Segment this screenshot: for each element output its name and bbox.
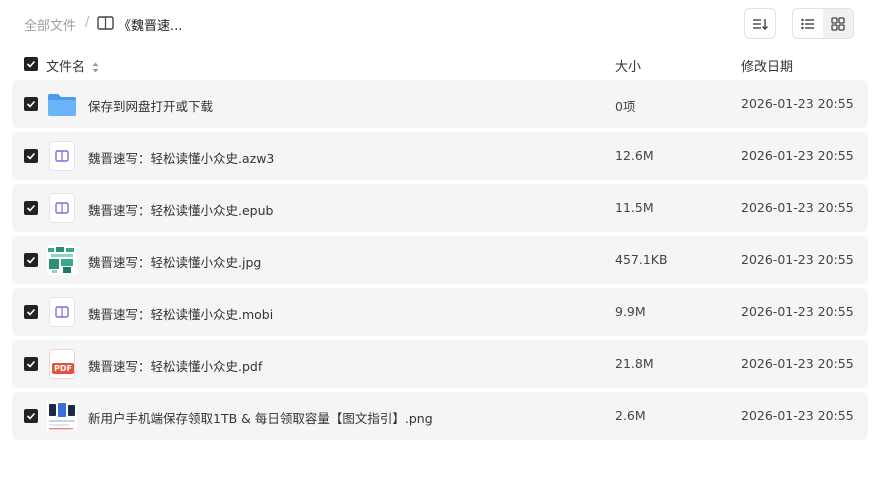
file-list-header: 文件名 大小 修改日期 <box>0 52 878 76</box>
row-checkbox[interactable] <box>24 149 38 163</box>
select-all-checkbox[interactable] <box>24 57 38 71</box>
file-name[interactable]: 魏晋速写：轻松读懂小众史.epub <box>88 200 273 219</box>
column-header-name[interactable]: 文件名 <box>46 56 99 75</box>
ebook-icon <box>47 141 77 171</box>
file-date: 2026-01-23 20:55 <box>741 252 854 267</box>
pdf-icon: PDF <box>47 349 77 379</box>
view-mode-toggle <box>792 8 854 39</box>
check-icon <box>26 60 36 68</box>
file-list: 保存到网盘打开或下载 0项 2026-01-23 20:55 魏晋速写：轻松读懂… <box>12 80 868 444</box>
file-row[interactable]: 魏晋速写：轻松读懂小众史.mobi 9.9M 2026-01-23 20:55 <box>12 288 868 336</box>
check-icon <box>26 360 36 368</box>
file-row[interactable]: 魏晋速写：轻松读懂小众史.epub 11.5M 2026-01-23 20:55 <box>12 184 868 232</box>
check-icon <box>26 204 36 212</box>
grid-view-icon <box>831 16 845 31</box>
list-view-icon <box>801 18 814 29</box>
grid-view-button[interactable] <box>823 9 853 38</box>
file-date: 2026-01-23 20:55 <box>741 96 854 111</box>
file-name[interactable]: 魏晋速写：轻松读懂小众史.jpg <box>88 252 261 271</box>
file-size: 12.6M <box>615 148 654 163</box>
file-size: 0项 <box>615 99 636 114</box>
row-checkbox[interactable] <box>24 357 38 371</box>
file-name[interactable]: 保存到网盘打开或下载 <box>88 96 213 115</box>
row-checkbox[interactable] <box>24 201 38 215</box>
sort-icon <box>753 18 768 30</box>
check-icon <box>26 308 36 316</box>
check-icon <box>26 256 36 264</box>
row-checkbox[interactable] <box>24 253 38 267</box>
file-row[interactable]: 魏晋速写：轻松读懂小众史.azw3 12.6M 2026-01-23 20:55 <box>12 132 868 180</box>
row-checkbox[interactable] <box>24 305 38 319</box>
file-size: 457.1KB <box>615 252 668 267</box>
ebook-icon <box>47 297 77 327</box>
file-name[interactable]: 魏晋速写：轻松读懂小众史.mobi <box>88 304 273 323</box>
file-date: 2026-01-23 20:55 <box>741 356 854 371</box>
file-size: 2.6M <box>615 408 646 423</box>
check-icon <box>26 152 36 160</box>
file-size: 9.9M <box>615 304 646 319</box>
pdf-label: PDF <box>52 363 74 374</box>
breadcrumb-current: 《魏晋速... <box>118 19 183 34</box>
file-name[interactable]: 新用户手机端保存领取1TB & 每日领取容量【图文指引】.png <box>88 408 433 427</box>
column-header-name-label: 文件名 <box>46 60 86 75</box>
file-row[interactable]: 魏晋速写：轻松读懂小众史.jpg 457.1KB 2026-01-23 20:5… <box>12 236 868 284</box>
image-thumbnail <box>47 401 77 431</box>
file-size: 21.8M <box>615 356 654 371</box>
breadcrumb-root[interactable]: 全部文件 <box>24 15 76 34</box>
row-checkbox[interactable] <box>24 409 38 423</box>
file-date: 2026-01-23 20:55 <box>741 408 854 423</box>
file-row[interactable]: 新用户手机端保存领取1TB & 每日领取容量【图文指引】.png 2.6M 20… <box>12 392 868 440</box>
file-date: 2026-01-23 20:55 <box>741 304 854 319</box>
list-view-button[interactable] <box>793 9 823 38</box>
file-name[interactable]: 魏晋速写：轻松读懂小众史.pdf <box>88 356 262 375</box>
sort-arrows-icon[interactable] <box>92 62 99 73</box>
sort-button[interactable] <box>744 8 776 39</box>
folder-icon <box>47 89 77 119</box>
ebook-icon <box>47 193 77 223</box>
file-size: 11.5M <box>615 200 654 215</box>
breadcrumb-separator: / <box>85 15 90 30</box>
file-date: 2026-01-23 20:55 <box>741 148 854 163</box>
book-icon <box>97 16 114 30</box>
file-name[interactable]: 魏晋速写：轻松读懂小众史.azw3 <box>88 148 274 167</box>
top-bar: 全部文件 / 《魏晋速... <box>0 0 878 48</box>
check-icon <box>26 100 36 108</box>
row-checkbox[interactable] <box>24 97 38 111</box>
file-date: 2026-01-23 20:55 <box>741 200 854 215</box>
file-row[interactable]: PDF 魏晋速写：轻松读懂小众史.pdf 21.8M 2026-01-23 20… <box>12 340 868 388</box>
column-header-modified[interactable]: 修改日期 <box>741 56 793 75</box>
check-icon <box>26 412 36 420</box>
column-header-size[interactable]: 大小 <box>615 56 641 75</box>
image-thumbnail <box>47 245 77 275</box>
file-row[interactable]: 保存到网盘打开或下载 0项 2026-01-23 20:55 <box>12 80 868 128</box>
